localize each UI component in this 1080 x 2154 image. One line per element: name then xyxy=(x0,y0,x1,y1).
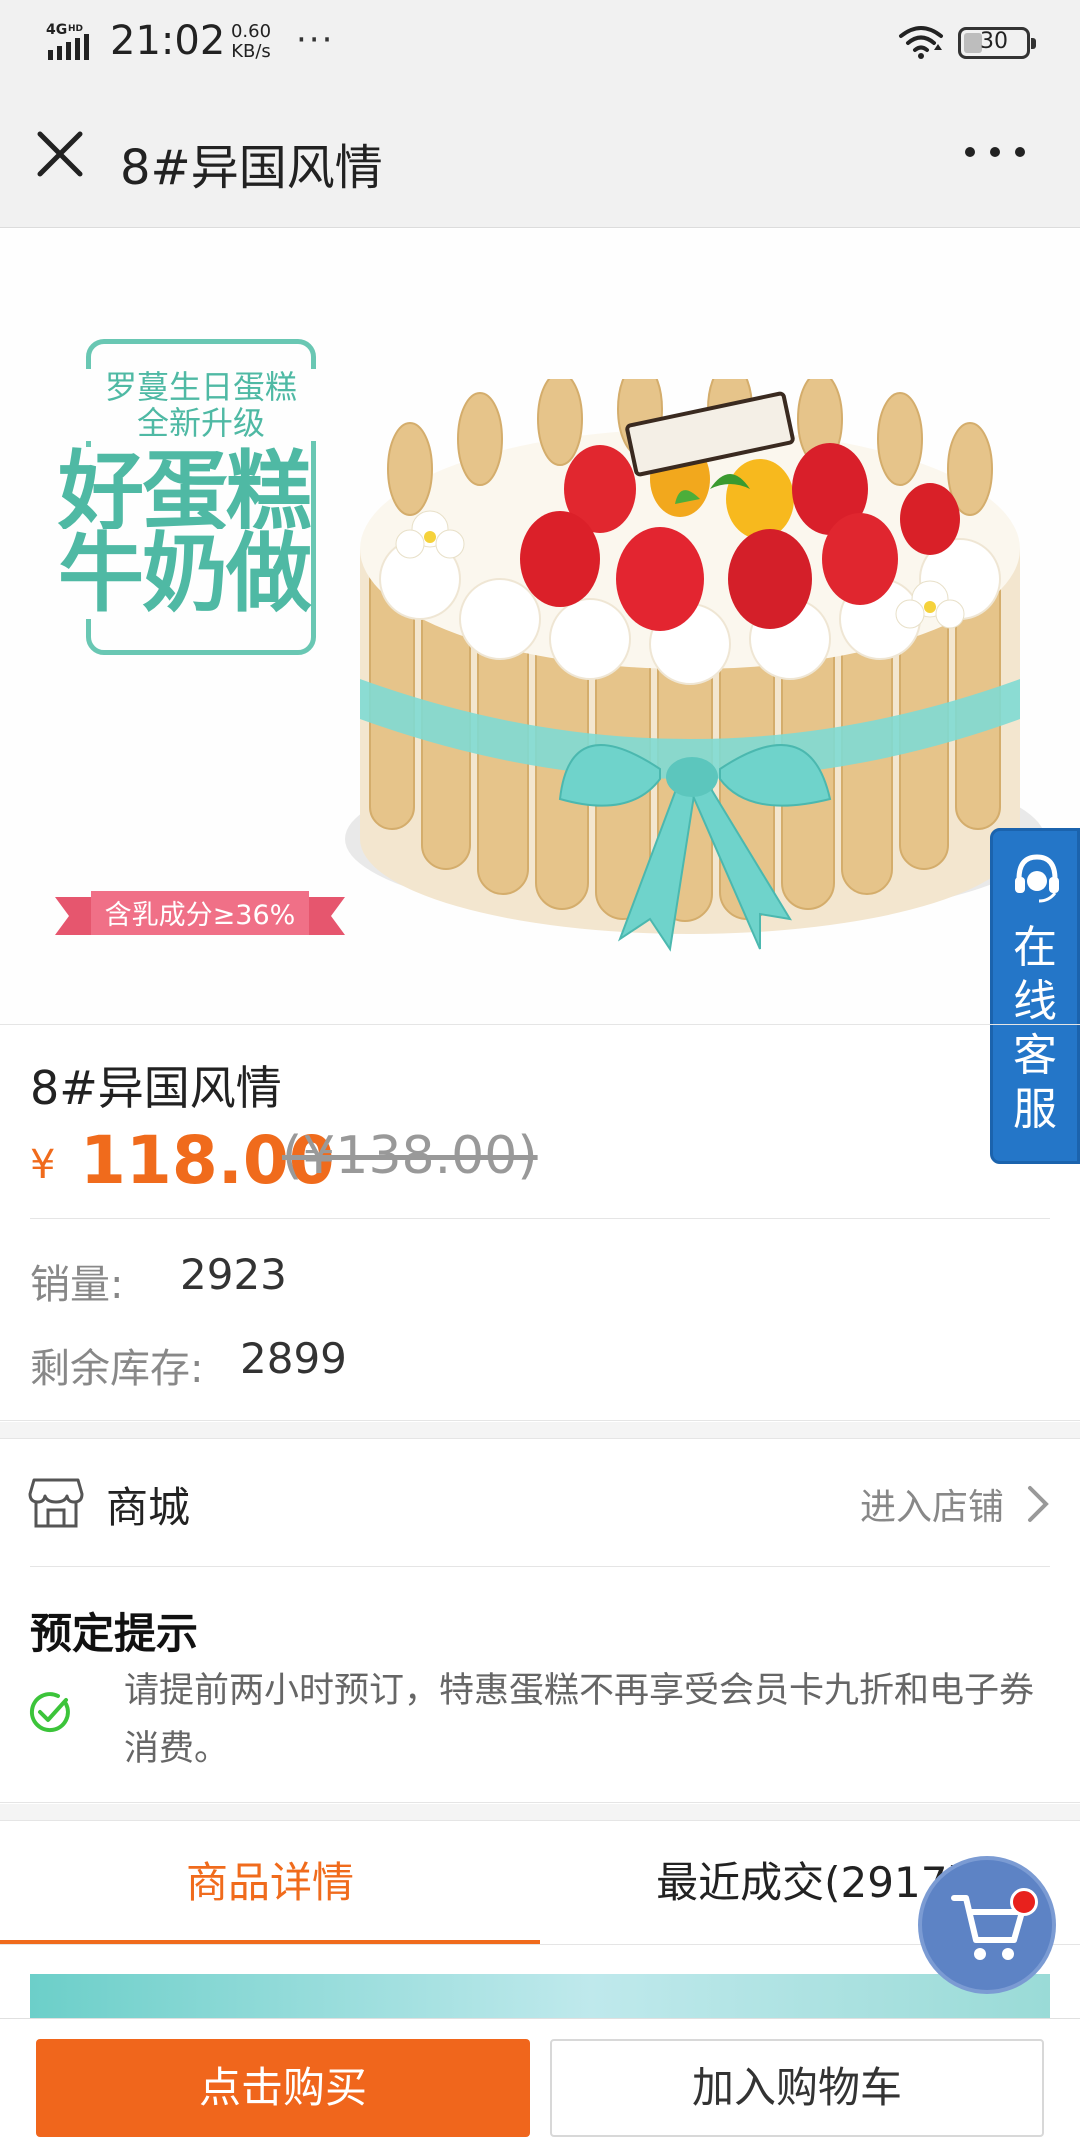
divider xyxy=(30,1566,1050,1567)
sales-value: 2923 xyxy=(180,1250,287,1299)
online-service-tab[interactable]: 在线客服 xyxy=(990,828,1080,1164)
tab-product-details[interactable]: 商品详情 xyxy=(0,1820,540,1946)
promo-subtitle-line1: 罗蔓生日蛋糕 xyxy=(104,368,297,406)
promo-headline-line2: 牛奶做 xyxy=(58,524,312,624)
wifi-icon xyxy=(899,26,943,59)
headset-icon xyxy=(1015,854,1059,903)
enter-shop-link[interactable]: 进入店铺 xyxy=(860,1478,1004,1530)
stock-value: 2899 xyxy=(240,1334,347,1383)
network-speed-value: 0.60 xyxy=(230,21,272,42)
promo-subtitle-line2: 全新升级 xyxy=(136,404,265,442)
original-price: (¥138.00) xyxy=(282,1126,538,1186)
buy-now-button[interactable]: 点击购买 xyxy=(36,2039,530,2137)
title-bar: 8#异国风情 xyxy=(0,90,1080,228)
divider xyxy=(0,1802,1080,1803)
close-icon[interactable] xyxy=(30,124,90,184)
stock-label: 剩余库存: xyxy=(30,1346,204,1392)
divider xyxy=(0,1024,1080,1025)
shop-row[interactable]: 商城 进入店铺 xyxy=(0,1440,1080,1565)
divider xyxy=(0,1944,1080,1945)
floating-cart-button[interactable] xyxy=(918,1856,1056,1994)
promo-subtitle: 罗蔓生日蛋糕 全新升级 xyxy=(86,369,316,441)
cake-image xyxy=(345,379,1045,952)
section-gap xyxy=(0,1422,1080,1438)
svg-text:4G: 4G xyxy=(46,22,67,38)
online-service-label: 在线客服 xyxy=(1013,922,1057,1135)
product-image-carousel[interactable]: 罗蔓生日蛋糕 全新升级 好蛋糕 牛奶做 含乳成分≥36% xyxy=(0,229,1080,1024)
sales-label: 销量: xyxy=(30,1262,124,1308)
status-time: 21:02 xyxy=(110,18,226,64)
product-name: 8#异国风情 xyxy=(30,1061,282,1115)
add-to-cart-button[interactable]: 加入购物车 xyxy=(550,2039,1044,2137)
status-more-indicator: ··· xyxy=(296,20,335,60)
signal-icon: 4G HD xyxy=(46,22,89,60)
more-dots-icon[interactable] xyxy=(960,122,1030,182)
divider xyxy=(30,1218,1050,1219)
svg-text:HD: HD xyxy=(68,24,83,34)
chevron-right-icon xyxy=(1028,1486,1049,1522)
battery-icon: 30 xyxy=(958,27,1036,59)
battery-level-text: 30 xyxy=(980,29,1008,54)
booking-notice-title: 预定提示 xyxy=(30,1609,199,1658)
shop-name: 商城 xyxy=(106,1483,191,1532)
price-currency: ¥ xyxy=(30,1142,56,1188)
network-speed-unit: KB/s xyxy=(231,41,271,62)
page-title: 8#异国风情 xyxy=(120,140,383,196)
network-speed: 0.60 KB/s xyxy=(226,22,276,62)
cart-badge xyxy=(1010,1888,1038,1916)
store-icon xyxy=(28,1478,84,1528)
battery-tip xyxy=(1031,38,1036,49)
section-gap xyxy=(0,1804,1080,1820)
bottom-action-bar: 点击购买 加入购物车 xyxy=(0,2018,1080,2154)
status-bar: 4G HD 21:02 0.60 KB/s ··· 30 xyxy=(0,0,1080,90)
divider xyxy=(0,1420,1080,1421)
check-circle-icon xyxy=(29,1692,70,1733)
milk-badge: 含乳成分≥36% xyxy=(104,900,296,931)
divider xyxy=(0,1438,1080,1439)
booking-notice-text: 请提前两小时预订，特惠蛋糕不再享受会员卡九折和电子券消费。 xyxy=(124,1671,1035,1769)
detail-image-preview xyxy=(30,1974,1050,2018)
original-price-value: (¥138.00) xyxy=(282,1126,538,1186)
